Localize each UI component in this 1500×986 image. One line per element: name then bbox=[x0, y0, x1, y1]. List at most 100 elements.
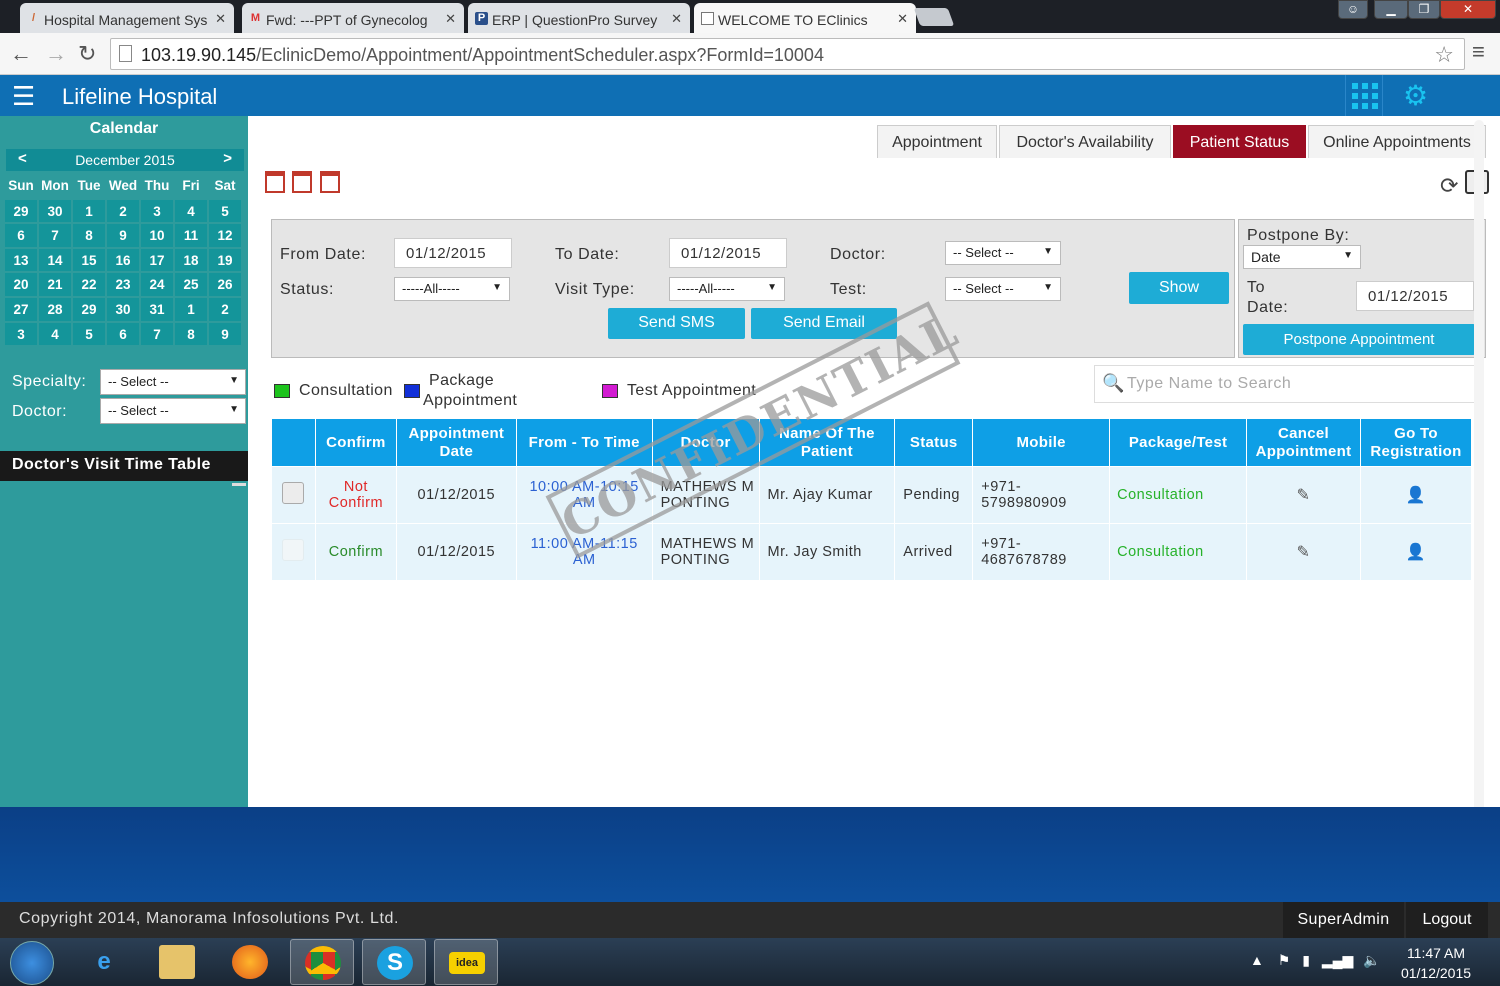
tray-expand-icon[interactable]: ▲ bbox=[1250, 952, 1264, 968]
minimize-icon[interactable]: ▁ bbox=[1374, 0, 1408, 19]
cancel-appointment-icon[interactable]: ✎ bbox=[1297, 487, 1311, 504]
browser-tab-active[interactable]: WELCOME TO EClinics ✕ bbox=[694, 3, 916, 33]
week-view-icon[interactable] bbox=[292, 171, 313, 193]
calendar-day[interactable]: 5 bbox=[73, 322, 105, 346]
calendar-day[interactable]: 10 bbox=[141, 224, 173, 247]
from-date-input[interactable]: 01/12/2015 bbox=[394, 238, 512, 268]
calendar-day[interactable]: 24 bbox=[141, 273, 173, 296]
network-icon[interactable]: ▮ bbox=[1302, 952, 1310, 968]
sidebar-doctor-select[interactable]: -- Select -- ▼ bbox=[100, 398, 246, 424]
hamburger-icon[interactable]: ☰ bbox=[12, 81, 35, 112]
close-window-icon[interactable]: ✕ bbox=[1440, 0, 1496, 19]
specialty-select[interactable]: -- Select -- ▼ bbox=[100, 369, 246, 395]
calendar-day[interactable]: 8 bbox=[175, 322, 207, 346]
calendar-day[interactable]: 15 bbox=[73, 248, 105, 272]
tab-online-appointments[interactable]: Online Appointments bbox=[1308, 125, 1486, 158]
row-checkbox[interactable] bbox=[282, 539, 305, 561]
calendar-day[interactable]: 13 bbox=[5, 248, 37, 272]
send-email-button[interactable]: Send Email bbox=[751, 308, 897, 339]
forward-icon[interactable]: → bbox=[45, 41, 67, 67]
postpone-appointment-button[interactable]: Postpone Appointment bbox=[1243, 324, 1475, 355]
calendar-day[interactable]: 6 bbox=[107, 322, 139, 346]
calendar-day[interactable]: 17 bbox=[141, 248, 173, 272]
calendar-day[interactable]: 18 bbox=[175, 248, 207, 272]
confirm-cell[interactable]: Confirm bbox=[314, 523, 397, 581]
calendar-day[interactable]: 28 bbox=[39, 297, 71, 321]
calendar-day[interactable]: 29 bbox=[5, 199, 37, 223]
apps-grid-button[interactable] bbox=[1345, 75, 1383, 116]
calendar-day[interactable]: 22 bbox=[73, 273, 105, 296]
user-icon[interactable]: ☺ bbox=[1338, 0, 1368, 19]
calendar-day[interactable]: 2 bbox=[107, 199, 139, 223]
calendar-day[interactable]: 30 bbox=[39, 199, 71, 223]
calendar-next-button[interactable]: > bbox=[223, 150, 232, 167]
taskbar-idea[interactable]: idea bbox=[434, 939, 498, 985]
back-icon[interactable]: ← bbox=[10, 41, 32, 67]
show-button[interactable]: Show bbox=[1129, 272, 1229, 304]
calendar-day[interactable]: 23 bbox=[107, 273, 139, 296]
calendar-day[interactable]: 31 bbox=[141, 297, 173, 321]
calendar-day[interactable]: 25 bbox=[175, 273, 207, 296]
taskbar-skype[interactable]: S bbox=[362, 939, 426, 985]
test-select[interactable]: -- Select -- ▼ bbox=[945, 277, 1061, 301]
calendar-day[interactable]: 9 bbox=[107, 224, 139, 247]
month-view-icon[interactable] bbox=[319, 171, 340, 193]
calendar-day[interactable]: 5 bbox=[209, 199, 241, 223]
reload-icon[interactable]: ↻ bbox=[78, 41, 96, 67]
calendar-day[interactable]: 8 bbox=[73, 224, 105, 247]
calendar-day[interactable]: 6 bbox=[5, 224, 37, 247]
taskbar-ie[interactable]: e bbox=[72, 939, 136, 985]
calendar-day[interactable]: 12 bbox=[209, 224, 241, 247]
row-checkbox[interactable] bbox=[282, 482, 305, 504]
send-sms-button[interactable]: Send SMS bbox=[608, 308, 745, 339]
taskbar-explorer[interactable] bbox=[145, 939, 209, 985]
patient-search-input[interactable]: 🔍 Type Name to Search bbox=[1094, 365, 1483, 403]
add-user-icon[interactable]: 👤 bbox=[1406, 487, 1426, 504]
cancel-appointment-icon[interactable]: ✎ bbox=[1297, 544, 1311, 561]
calendar-day[interactable]: 19 bbox=[209, 248, 241, 272]
postpone-date-input[interactable]: 01/12/2015 bbox=[1356, 281, 1474, 311]
refresh-icon[interactable]: ⟳ bbox=[1440, 173, 1458, 199]
confirm-cell[interactable]: Not Confirm bbox=[314, 466, 397, 524]
browser-tab[interactable]: / Hospital Management Sys ✕ bbox=[20, 3, 234, 33]
calendar-day[interactable]: 9 bbox=[209, 322, 241, 346]
calendar-day[interactable]: 7 bbox=[141, 322, 173, 346]
close-icon[interactable]: ✕ bbox=[445, 11, 456, 27]
calendar-day[interactable]: 2 bbox=[209, 297, 241, 321]
close-icon[interactable]: ✕ bbox=[671, 11, 682, 27]
logout-button[interactable]: Logout bbox=[1406, 902, 1488, 938]
calendar-day[interactable]: 21 bbox=[39, 273, 71, 296]
postpone-by-select[interactable]: Date ▼ bbox=[1243, 245, 1361, 269]
volume-icon[interactable]: 🔈 bbox=[1363, 952, 1380, 968]
status-select[interactable]: -----All----- ▼ bbox=[394, 277, 510, 301]
calendar-day[interactable]: 4 bbox=[39, 322, 71, 346]
new-tab-button[interactable] bbox=[913, 8, 955, 26]
star-icon[interactable]: ☆ bbox=[1434, 42, 1454, 68]
tab-patient-status[interactable]: Patient Status bbox=[1173, 125, 1306, 158]
to-date-input[interactable]: 01/12/2015 bbox=[669, 238, 787, 268]
calendar-day[interactable]: 27 bbox=[5, 297, 37, 321]
calendar-day[interactable]: 3 bbox=[5, 322, 37, 346]
menu-icon[interactable]: ≡ bbox=[1472, 39, 1485, 65]
close-icon[interactable]: ✕ bbox=[215, 11, 226, 27]
calendar-day[interactable]: 14 bbox=[39, 248, 71, 272]
taskbar-firefox[interactable] bbox=[218, 939, 282, 985]
calendar-day[interactable]: 16 bbox=[107, 248, 139, 272]
taskbar-chrome[interactable] bbox=[290, 939, 354, 985]
calendar-day[interactable]: 30 bbox=[107, 297, 139, 321]
browser-tab[interactable]: M Fwd: ---PPT of Gynecolog ✕ bbox=[242, 3, 464, 33]
calendar-day[interactable]: 3 bbox=[141, 199, 173, 223]
calendar-day[interactable]: 26 bbox=[209, 273, 241, 296]
calendar-day[interactable]: 4 bbox=[175, 199, 207, 223]
taskbar-clock[interactable]: 11:47 AM 01/12/2015 bbox=[1400, 943, 1472, 983]
visit-timetable-button[interactable]: Doctor's Visit Time Table bbox=[0, 451, 248, 481]
day-view-icon[interactable] bbox=[265, 171, 285, 193]
url-input[interactable]: 103.19.90.145/EclinicDemo/Appointment/Ap… bbox=[110, 38, 1465, 70]
visit-type-select[interactable]: -----All----- ▼ bbox=[669, 277, 785, 301]
browser-tab[interactable]: P ERP | QuestionPro Survey ✕ bbox=[468, 3, 690, 33]
close-icon[interactable]: ✕ bbox=[897, 11, 908, 27]
maximize-icon[interactable]: ❐ bbox=[1408, 0, 1440, 19]
user-menu-button[interactable]: SuperAdmin bbox=[1283, 902, 1404, 938]
calendar-day[interactable]: 1 bbox=[175, 297, 207, 321]
calendar-day[interactable]: 1 bbox=[73, 199, 105, 223]
